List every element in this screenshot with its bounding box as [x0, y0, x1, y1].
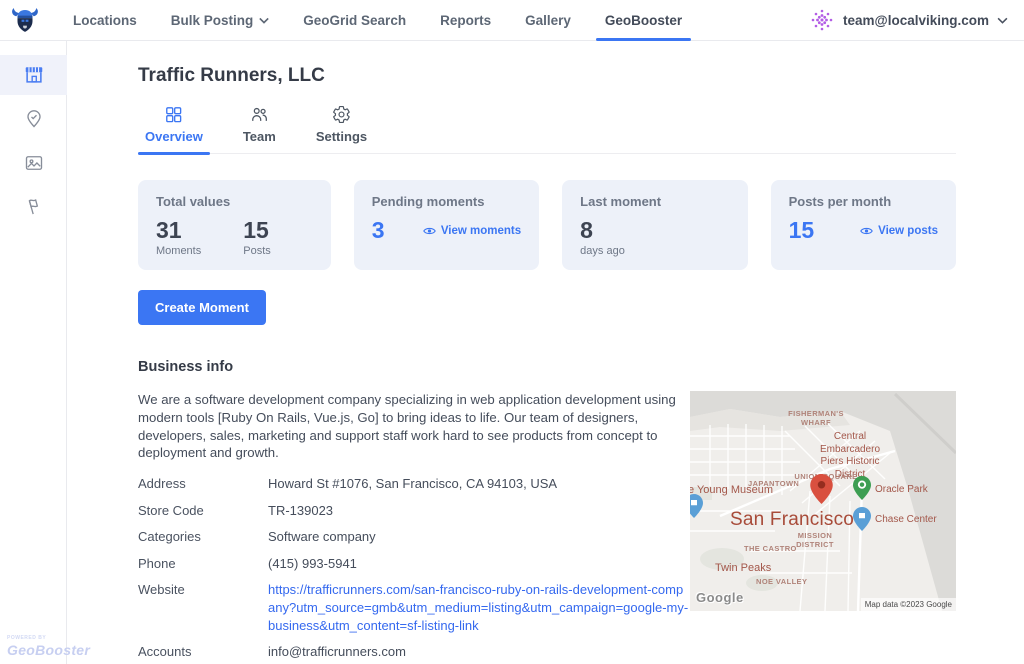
tab-settings[interactable]: Settings: [309, 103, 374, 153]
card-total-values: Total values 31 Moments 15 Posts: [138, 180, 331, 270]
nav-item-geogrid-search[interactable]: GeoGrid Search: [286, 0, 423, 41]
map-label-twin-peaks: Twin Peaks: [715, 562, 771, 576]
map-label-chase-center: Chase Center: [875, 514, 937, 527]
business-info-section: Business info We are a software developm…: [138, 359, 956, 664]
view-posts-link[interactable]: View posts: [860, 225, 938, 237]
local-viking-logo[interactable]: [10, 5, 40, 35]
google-logo: Google: [696, 590, 744, 605]
create-moment-button[interactable]: Create Moment: [138, 290, 266, 325]
eye-icon: [423, 226, 436, 236]
chevron-down-icon[interactable]: [997, 17, 1008, 24]
gear-icon: [332, 105, 351, 124]
map-label-mission-district: MISSION DISTRICT: [790, 531, 840, 550]
business-fields: Address Howard St #1076, San Francisco, …: [138, 475, 690, 660]
field-accounts: Accounts info@trafficrunners.com: [138, 643, 690, 661]
geobooster-watermark: POWERED BY GeoBooster: [7, 636, 90, 659]
map-label-the-castro: THE CASTRO: [744, 544, 797, 553]
tab-bar: Overview Team Settings: [138, 103, 956, 154]
card-posts-per-month: Posts per month 15 View posts: [771, 180, 956, 270]
field-store-code: Store Code TR-139023: [138, 502, 690, 520]
posts-month-count: 15: [789, 218, 815, 243]
map-label-fishermans-wharf: FISHERMAN'S WHARF: [782, 409, 850, 428]
sidebar-item-locations[interactable]: [0, 55, 67, 95]
main-menu: Locations Bulk Posting GeoGrid Search Re…: [56, 0, 699, 41]
nav-item-bulk-posting[interactable]: Bulk Posting: [154, 0, 287, 41]
posts-count: 15 Posts: [243, 218, 271, 257]
field-address: Address Howard St #1076, San Francisco, …: [138, 475, 690, 493]
team-icon: [250, 105, 269, 124]
field-phone: Phone (415) 993-5941: [138, 555, 690, 573]
location-check-icon: [24, 109, 44, 129]
tab-team[interactable]: Team: [236, 103, 283, 153]
map-pin-oracle-park: [853, 476, 871, 500]
top-navigation: Locations Bulk Posting GeoGrid Search Re…: [0, 0, 1024, 41]
eye-icon: [860, 226, 873, 236]
business-location-map[interactable]: FISHERMAN'S WHARF Central Embarcadero Pi…: [690, 391, 956, 611]
tab-overview[interactable]: Overview: [138, 103, 210, 153]
field-website: Website https://trafficrunners.com/san-f…: [138, 581, 690, 634]
business-info-heading: Business info: [138, 359, 956, 375]
map-label-oracle-park: Oracle Park: [875, 484, 928, 497]
icon-sidebar: [0, 41, 67, 664]
sidebar-item-gallery[interactable]: [0, 143, 67, 183]
stats-row: Total values 31 Moments 15 Posts Pending…: [138, 180, 956, 270]
business-description: We are a software development company sp…: [138, 391, 690, 462]
user-email: team@localviking.com: [843, 13, 989, 28]
nav-item-locations[interactable]: Locations: [56, 0, 154, 41]
powered-by-label: POWERED BY: [7, 636, 90, 641]
map-pin-chase-center: [853, 507, 871, 531]
field-categories: Categories Software company: [138, 528, 690, 546]
geobooster-brand: GeoBooster: [7, 642, 90, 658]
nav-item-reports[interactable]: Reports: [423, 0, 508, 41]
nav-item-gallery[interactable]: Gallery: [508, 0, 588, 41]
gallery-icon: [24, 153, 44, 173]
viking-icon: [10, 5, 40, 35]
business-details: We are a software development company sp…: [138, 391, 690, 664]
sidebar-item-reports[interactable]: [0, 187, 67, 227]
map-pin-de-young-museum: [690, 494, 703, 518]
moments-count: 31 Moments: [156, 218, 201, 257]
map-marker-red: [810, 474, 833, 504]
card-pending-moments: Pending moments 3 View moments: [354, 180, 539, 270]
view-moments-link[interactable]: View moments: [423, 225, 521, 237]
avatar: [809, 7, 835, 33]
flag-icon: [24, 197, 44, 217]
website-link[interactable]: https://trafficrunners.com/san-francisco…: [268, 582, 688, 632]
last-moment-count: 8 days ago: [580, 218, 625, 257]
main-content: Traffic Runners, LLC Overview Team Sett: [67, 41, 1024, 664]
map-label-noe-valley: NOE VALLEY: [756, 577, 807, 586]
map-attribution: Map data ©2023 Google: [861, 598, 956, 611]
chevron-down-icon: [259, 17, 269, 24]
page-title: Traffic Runners, LLC: [138, 65, 956, 87]
storefront-icon: [23, 64, 45, 86]
user-menu[interactable]: team@localviking.com: [809, 7, 1008, 33]
nav-item-geobooster[interactable]: GeoBooster: [588, 0, 699, 41]
sidebar-item-geogrid[interactable]: [0, 99, 67, 139]
pending-count: 3: [372, 218, 385, 243]
map-label-san-francisco: San Francisco: [730, 508, 854, 532]
grid-icon: [164, 105, 183, 124]
card-last-moment: Last moment 8 days ago: [562, 180, 747, 270]
